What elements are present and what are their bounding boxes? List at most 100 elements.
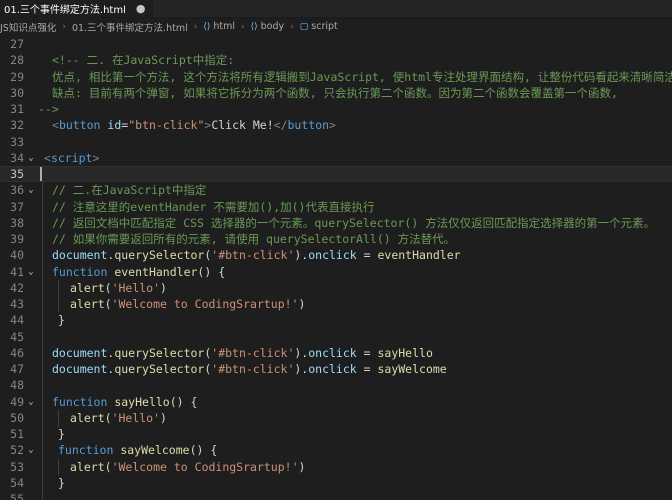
code-token: ). [294, 345, 309, 360]
code-token: } [58, 475, 65, 490]
code-token: sayHello [377, 345, 433, 360]
breadcrumb-item[interactable]: JS知识点强化 [0, 20, 56, 34]
code-token: '#btn-click' [211, 248, 295, 263]
code-token: script [50, 150, 93, 165]
code-token: 'Hello' [111, 410, 161, 425]
line-number: 38 [10, 215, 24, 230]
breadcrumb-label: JS知识点强化 [0, 22, 57, 34]
code-line[interactable]: 55 [0, 491, 672, 500]
code-token: ) [298, 297, 306, 312]
code-line[interactable]: 48 [0, 377, 672, 393]
code-line[interactable]: 40 document.querySelector('#btn-click').o… [0, 247, 672, 263]
line-number: 36 [10, 183, 24, 198]
chevron-down-icon[interactable]: ⌄ [24, 153, 38, 163]
chevron-right-icon: › [193, 21, 198, 32]
indent-guide [58, 279, 59, 313]
code-line[interactable]: 39 // 如果你需要返回所有的元素, 请使用 querySelectorAll(… [0, 231, 672, 247]
line-number: 43 [10, 297, 24, 312]
editor-tab[interactable]: 01.三个事件绑定方法.html ● [0, 0, 154, 17]
code-token: '#btn-click' [211, 345, 295, 360]
code-line[interactable]: 29 优点, 相比第一个方法, 这个方法将所有逻辑搬到JavaScript, 使h… [0, 69, 672, 85]
code-line[interactable]: 41 ⌄ function eventHandler() { [0, 264, 672, 280]
code-line[interactable]: 42 alert('Hello') [0, 280, 672, 296]
code-line[interactable]: 33 [0, 134, 672, 150]
code-text: 缺点: 目前有两个弹窗, 如果将它拆分为两个函数, 只会执行第二个函数。因为第二… [52, 85, 618, 101]
code-token: sayHello [114, 394, 170, 409]
code-token: // 如果你需要返回所有的元素, 请使用 querySelectorAll() … [52, 232, 456, 247]
code-token: = [356, 345, 378, 360]
breadcrumb-item[interactable]: 01.三个事件绑定方法.html [72, 20, 188, 34]
code-token: ). [294, 362, 309, 377]
code-line[interactable]: 27 [0, 36, 672, 52]
code-line[interactable]: 37 // 注意这里的eventHander 不需要加(),加()代表直接执行 [0, 199, 672, 215]
code-line[interactable]: 54} [0, 475, 672, 491]
breadcrumb-item[interactable]: ⟨⟩ html [203, 21, 235, 32]
line-number: 46 [10, 345, 24, 360]
chevron-down-icon[interactable]: ⌄ [24, 445, 38, 455]
code-line[interactable]: 32 <button id="btn-click">Click Me!</butt… [0, 117, 672, 133]
breadcrumb-label: body [260, 21, 285, 32]
code-line[interactable]: 30 缺点: 目前有两个弹窗, 如果将它拆分为两个函数, 只会执行第二个函数。因为… [0, 85, 672, 101]
dot-icon[interactable]: ● [136, 2, 146, 15]
code-token: = [356, 362, 378, 377]
code-text: } [58, 313, 65, 327]
code-token: () { [197, 264, 226, 279]
code-token: ) [160, 280, 167, 295]
code-token: = [356, 248, 378, 263]
code-token: onclick [308, 248, 357, 263]
code-text: // 返回文档中匹配指定 CSS 选择器的一个元素。querySelector(… [52, 215, 655, 231]
chevron-right-icon: › [241, 21, 245, 32]
code-line[interactable]: 43 alert('Welcome to CodingSrartup!') [0, 296, 672, 312]
code-line[interactable]: 31 --> [0, 101, 672, 117]
chevron-down-icon[interactable]: ⌄ [24, 267, 38, 277]
code-line[interactable]: 38 // 返回文档中匹配指定 CSS 选择器的一个元素。querySelecto… [0, 215, 672, 231]
code-line[interactable]: 45 [0, 329, 672, 345]
code-token: sayWelcome [120, 443, 190, 458]
code-editor[interactable]: 27 28 <!-- 二. 在JavaScript中指定: 29 优点, 相比第一个方法… [0, 36, 672, 500]
code-line[interactable]: 34 ⌄ <script> [0, 150, 672, 166]
brackets-icon: ⟨⟩ [203, 21, 211, 32]
line-number: 33 [10, 134, 24, 149]
line-number: 31 [10, 102, 24, 117]
chevron-right-icon: › [290, 21, 294, 32]
line-number: 52 [10, 443, 24, 458]
code-token: alert [70, 410, 105, 425]
code-token: alert [70, 459, 105, 474]
line-number: 32 [10, 118, 24, 133]
line-number: 47 [10, 362, 24, 377]
line-number: 42 [10, 280, 24, 295]
indent-guide [58, 409, 59, 426]
code-line[interactable]: 28 <!-- 二. 在JavaScript中指定: [0, 52, 672, 68]
line-number: 54 [10, 475, 24, 490]
chevron-down-icon[interactable]: ⌄ [24, 397, 38, 407]
code-text: 优点, 相比第一个方法, 这个方法将所有逻辑搬到JavaScript, 使htm… [52, 69, 672, 85]
tab-label: 01.三个事件绑定方法.html [4, 5, 126, 16]
code-token: querySelector [114, 345, 205, 360]
line-number: 44 [10, 313, 24, 328]
code-line[interactable]: 44} [0, 312, 672, 328]
code-line[interactable]: 53 alert('Welcome to CodingSrartup!') [0, 459, 672, 475]
code-line[interactable]: 35 [0, 166, 672, 183]
code-token: button [58, 118, 101, 133]
code-token: alert [70, 297, 105, 312]
code-line[interactable]: 46 document.querySelector('#btn-click').o… [0, 345, 672, 361]
line-number: 35 [10, 167, 24, 182]
code-token: "btn-click" [128, 118, 205, 133]
code-line[interactable]: 49 ⌄ function sayHello() { [0, 394, 672, 410]
code-line[interactable]: 47 document.querySelector('#btn-click').o… [0, 361, 672, 377]
chevron-down-icon[interactable]: ⌄ [24, 185, 38, 195]
line-number: 40 [10, 248, 24, 263]
tab-bar: 01.三个事件绑定方法.html ● [0, 0, 672, 18]
code-token: ( [104, 297, 112, 312]
code-line[interactable]: 50 alert('Hello') [0, 410, 672, 426]
code-token: 'Welcome to CodingSrartup!' [111, 459, 299, 474]
code-line[interactable]: 52 ⌄ function sayWelcome() { [0, 442, 672, 458]
code-token: 缺点: 目前有两个弹窗, 如果将它拆分为两个函数, 只会执行第二个函数。因为第二… [52, 85, 618, 100]
code-token: ) [160, 410, 167, 425]
code-line[interactable]: 36 ⌄ // 二.在JavaScript中指定 [0, 182, 672, 198]
breadcrumb-item[interactable]: ▢ script [300, 21, 338, 32]
breadcrumb-item[interactable]: ⟨⟩ body [251, 21, 285, 32]
code-token: function [52, 394, 108, 409]
code-line[interactable]: 51} [0, 426, 672, 442]
code-text: // 如果你需要返回所有的元素, 请使用 querySelectorAll() … [52, 231, 455, 247]
